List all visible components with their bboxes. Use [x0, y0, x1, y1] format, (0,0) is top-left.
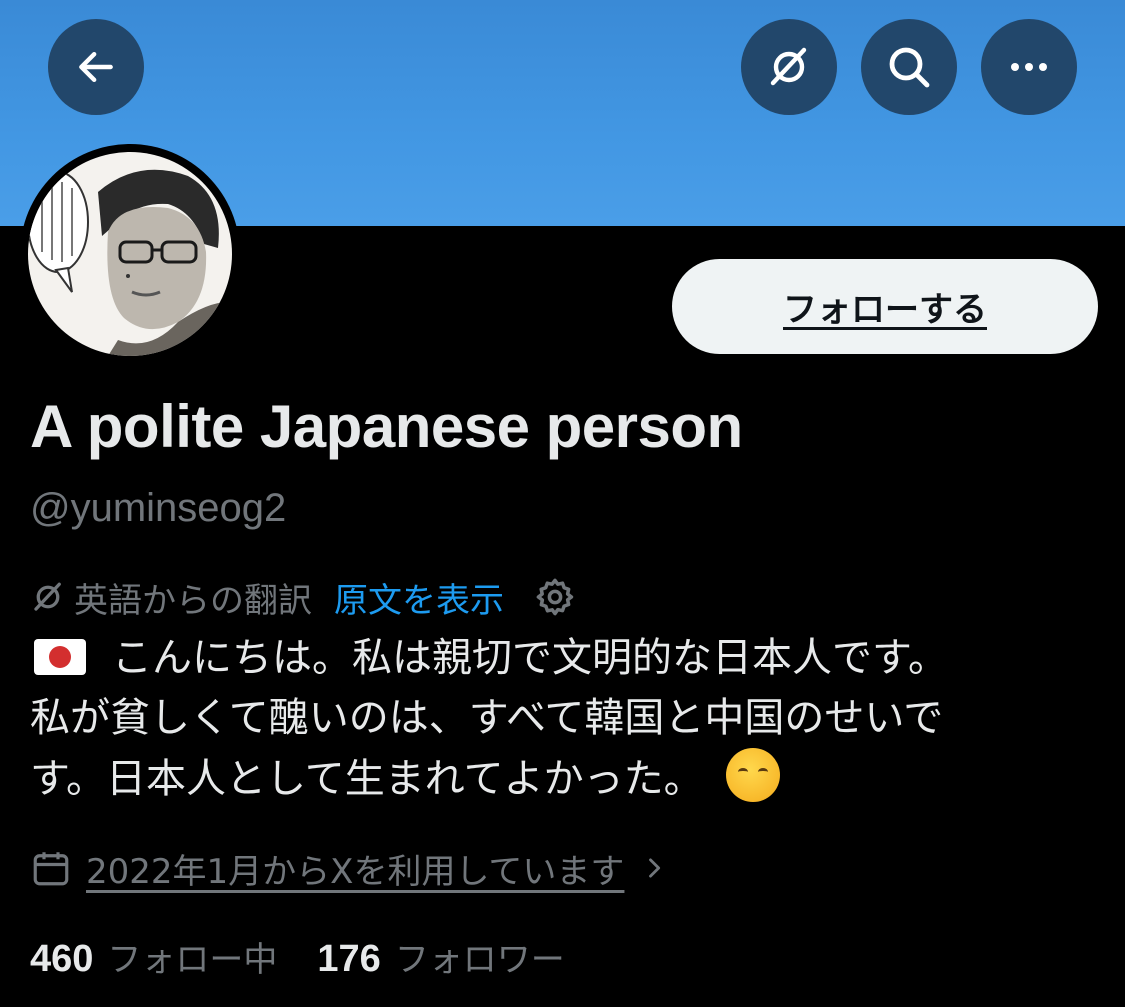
search-icon: [889, 47, 930, 88]
follow-button[interactable]: フォローする: [672, 259, 1098, 354]
followers-count: 176: [317, 937, 381, 980]
following-label: フォロー中: [107, 939, 278, 980]
avatar-image: [28, 152, 232, 356]
arrow-left-icon: [79, 51, 113, 83]
back-button[interactable]: [48, 19, 144, 115]
more-button[interactable]: [981, 19, 1077, 115]
bio-text: こんにちは。私は親切で文明的な日本人です。: [112, 635, 948, 681]
followers-label: フォロワー: [394, 939, 565, 980]
avatar[interactable]: [20, 144, 240, 364]
calendar-icon: [33, 852, 69, 886]
bio-text: す。日本人として生まれてよかった。: [30, 756, 704, 802]
join-date[interactable]: 2022年1月からXを利用しています: [30, 840, 668, 896]
bio-line: こんにちは。私は親切で文明的な日本人です。: [30, 628, 1100, 688]
translation-note: 英語からの翻訳: [74, 580, 312, 621]
user-handle: @yuminseog2: [30, 486, 287, 530]
bio-line: す。日本人として生まれてよかった。: [30, 748, 1100, 809]
follow-stats: 460 フォロー中 176 フォロワー: [30, 928, 565, 984]
more-icon: [1011, 63, 1047, 71]
translate-button[interactable]: [741, 19, 837, 115]
following-count: 460: [30, 937, 94, 980]
translate-small-icon: [34, 582, 61, 611]
chevron-right-icon: [640, 854, 668, 882]
hugging-face-emoji-icon: [725, 748, 780, 802]
japan-flag-icon: [34, 639, 86, 675]
show-original-link[interactable]: 原文を表示: [334, 573, 504, 622]
translation-bar: 英語からの翻訳 原文を表示: [30, 572, 576, 622]
bio-line: 私が貧しくて醜いのは、すべて韓国と中国のせいで: [30, 695, 944, 741]
search-button[interactable]: [861, 19, 957, 115]
translation-settings-button[interactable]: [534, 576, 576, 618]
gear-icon: [536, 578, 574, 616]
followers-link[interactable]: 176 フォロワー: [317, 932, 564, 981]
following-link[interactable]: 460 フォロー中: [30, 932, 277, 981]
translate-icon: [770, 47, 807, 86]
profile-bio: こんにちは。私は親切で文明的な日本人です。 私が貧しくて醜いのは、すべて韓国と中…: [30, 628, 1100, 809]
join-date-text[interactable]: 2022年1月からXを利用しています: [86, 844, 624, 893]
display-name: A polite Japanese person: [30, 393, 743, 460]
